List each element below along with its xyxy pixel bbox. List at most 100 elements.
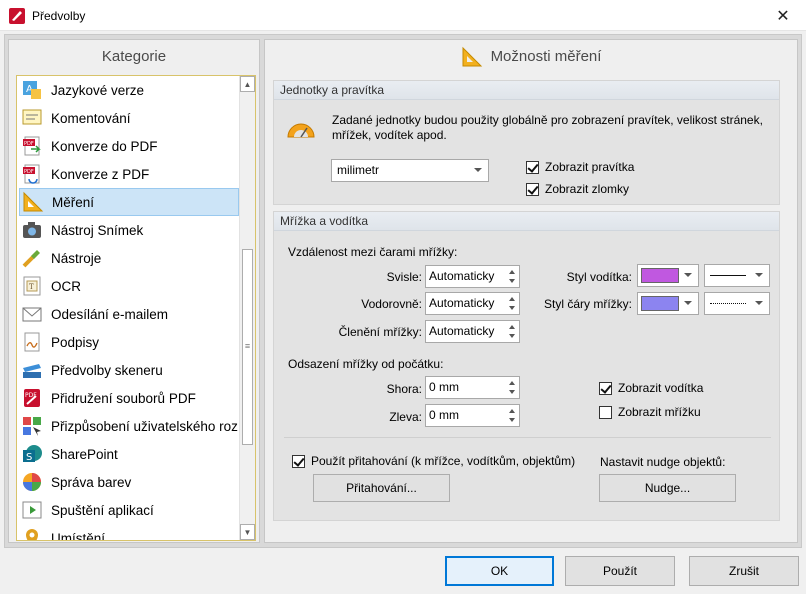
units-dropdown-value: milimetr: [337, 163, 379, 177]
checkbox-checked-icon: [526, 160, 539, 174]
svg-text:S: S: [26, 452, 32, 463]
cancel-button[interactable]: Zrušit: [689, 556, 799, 586]
vertical-spinner[interactable]: Automaticky: [425, 265, 520, 288]
svg-text:PDF: PDF: [24, 169, 34, 175]
left-offset-value: 0 mm: [429, 408, 459, 422]
grid-line-style-dropdown[interactable]: [704, 292, 770, 315]
category-item-4[interactable]: Měření: [19, 188, 239, 216]
camera-icon: [23, 222, 41, 238]
grid-line-style-label: Styl čáry mřížky:: [543, 297, 632, 311]
category-item-label: Nástroj Snímek: [51, 222, 144, 238]
close-button[interactable]: ✕: [760, 0, 806, 31]
guide-style-label: Styl vodítka:: [566, 270, 632, 284]
signature-icon: [24, 332, 40, 352]
grid-color-picker[interactable]: [637, 292, 699, 315]
convert-to-pdf-icon: PDF: [23, 136, 41, 156]
show-fractions-checkbox[interactable]: Zobrazit zlomky: [526, 182, 629, 196]
apply-button[interactable]: Použít: [565, 556, 675, 586]
category-item-label: Konverze z PDF: [51, 166, 150, 182]
categories-header: Kategorie: [101, 48, 167, 65]
category-item-7[interactable]: T OCR: [19, 272, 239, 300]
guide-color-picker[interactable]: [637, 264, 699, 287]
nudge-button[interactable]: Nudge...: [599, 474, 736, 502]
units-dropdown[interactable]: milimetr: [331, 159, 489, 182]
convert-from-pdf-icon: PDF: [23, 164, 40, 184]
show-guides-checkbox[interactable]: Zobrazit vodítka: [599, 381, 703, 395]
ruler-triangle-icon: [462, 46, 482, 66]
units-description-2: mřížek, vodítek apod.: [332, 128, 447, 142]
checkbox-checked-icon: [599, 381, 612, 395]
category-item-16[interactable]: Umístění: [19, 524, 239, 540]
category-item-12[interactable]: Přizpůsobení uživatelského roz: [19, 412, 239, 440]
category-item-9[interactable]: Podpisy: [19, 328, 239, 356]
category-list[interactable]: A Jazykové verze Komentování PDF Konverze do…: [16, 75, 256, 541]
scanner-icon: [23, 364, 41, 378]
category-item-6[interactable]: Nástroje: [19, 244, 239, 272]
category-item-13[interactable]: S SharePoint: [19, 440, 239, 468]
left-offset-label: Zleva:: [389, 410, 422, 424]
customize-icon: [23, 417, 41, 436]
category-item-label: Jazykové verze: [51, 82, 145, 98]
category-item-label: Předvolby skeneru: [51, 362, 163, 378]
grid-color-swatch: [641, 296, 679, 311]
show-fractions-label: Zobrazit zlomky: [545, 182, 630, 196]
show-rulers-checkbox[interactable]: Zobrazit pravítka: [526, 160, 634, 174]
scroll-up-button[interactable]: ▲: [240, 76, 255, 92]
category-item-label: Přidružení souborů PDF: [51, 390, 196, 406]
category-item-label: OCR: [51, 278, 81, 294]
category-item-0[interactable]: A Jazykové verze: [19, 76, 239, 104]
top-offset-spinner[interactable]: 0 mm: [425, 376, 520, 399]
category-item-label: Konverze do PDF: [51, 138, 158, 154]
options-title: Možnosti měření: [490, 48, 602, 65]
show-grid-checkbox[interactable]: Zobrazit mřížku: [599, 405, 701, 419]
category-item-5[interactable]: Nástroj Snímek: [19, 216, 239, 244]
spinner-arrows-icon: [508, 323, 517, 340]
launch-app-icon: [22, 501, 42, 519]
grid-separator: [284, 437, 771, 438]
horizontal-label: Vodorovně:: [361, 297, 422, 311]
color-wheel-icon: [23, 473, 41, 491]
solid-line-icon: [710, 275, 746, 276]
vertical-value: Automaticky: [429, 269, 495, 283]
pdf-app-icon: [9, 8, 25, 24]
scroll-down-button[interactable]: ▼: [240, 524, 255, 540]
snap-checkbox[interactable]: Použít přitahování (k mřížce, vodítkům, …: [292, 454, 575, 468]
snap-button[interactable]: Přitahování...: [313, 474, 450, 502]
category-item-label: SharePoint: [51, 446, 118, 462]
category-item-2[interactable]: PDF Konverze do PDF: [19, 132, 239, 160]
category-item-8[interactable]: Odesílání e-mailem: [19, 300, 239, 328]
category-item-label: Spuštění aplikací: [51, 502, 154, 518]
spinner-arrows-icon: [508, 407, 517, 424]
checkbox-checked-icon: [292, 454, 305, 468]
snap-label: Použít přitahování (k mřížce, vodítkům, …: [311, 454, 576, 468]
subdivision-spinner[interactable]: Automaticky: [425, 320, 520, 343]
chevron-down-icon: [755, 273, 763, 277]
category-item-3[interactable]: PDF Konverze z PDF: [19, 160, 239, 188]
category-item-label: Odesílání e-mailem: [51, 306, 169, 322]
top-offset-label: Shora:: [386, 382, 422, 396]
subdivision-label: Členění mřížky:: [338, 325, 422, 339]
guide-line-style-dropdown[interactable]: [704, 264, 770, 287]
category-item-14[interactable]: Správa barev: [19, 468, 239, 496]
grid-spacing-label: Vzdálenost mezi čarami mřížky:: [288, 245, 458, 259]
guide-color-swatch: [641, 268, 679, 283]
category-list-items: A Jazykové verze Komentování PDF Konverze do…: [17, 76, 241, 540]
units-description-1: Zadané jednotky budou použity globálně p…: [332, 113, 763, 127]
category-item-10[interactable]: Předvolby skeneru: [19, 356, 239, 384]
category-item-15[interactable]: Spuštění aplikací: [19, 496, 239, 524]
show-rulers-label: Zobrazit pravítka: [545, 160, 635, 174]
left-offset-spinner[interactable]: 0 mm: [425, 404, 520, 427]
horizontal-spinner[interactable]: Automaticky: [425, 292, 520, 315]
ok-button[interactable]: OK: [445, 556, 554, 586]
category-item-1[interactable]: Komentování: [19, 104, 239, 132]
options-header: Možnosti měření: [265, 40, 797, 73]
category-item-11[interactable]: PDF Přidružení souborů PDF: [19, 384, 239, 412]
language-icon: A: [23, 81, 41, 99]
chevron-down-icon: [474, 168, 482, 172]
category-scrollbar[interactable]: ▲ ≡ ▼: [239, 76, 255, 540]
checkbox-checked-icon: [526, 182, 539, 196]
top-offset-value: 0 mm: [429, 380, 459, 394]
ocr-icon: T: [23, 276, 41, 296]
scroll-thumb[interactable]: ≡: [242, 249, 253, 445]
category-item-label: Přizpůsobení uživatelského roz: [51, 418, 238, 434]
